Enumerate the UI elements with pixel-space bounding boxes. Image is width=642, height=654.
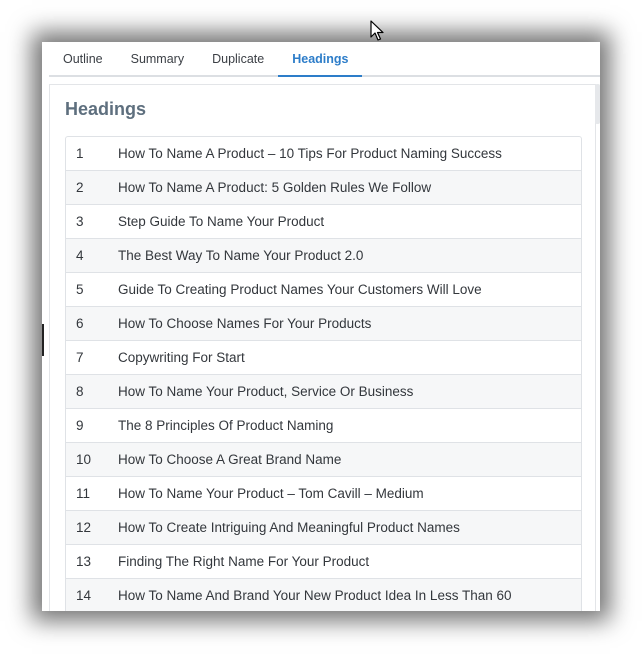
heading-row[interactable]: 9 The 8 Principles Of Product Naming [66,409,581,443]
heading-text: The 8 Principles Of Product Naming [118,418,334,433]
heading-row[interactable]: 3 Step Guide To Name Your Product [66,205,581,239]
heading-text: How To Create Intriguing And Meaningful … [118,520,460,535]
heading-number: 8 [76,384,84,399]
heading-row[interactable]: 6 How To Choose Names For Your Products [66,307,581,341]
heading-text: The Best Way To Name Your Product 2.0 [118,248,364,263]
heading-text: How To Choose Names For Your Products [118,316,372,331]
heading-row[interactable]: 10 How To Choose A Great Brand Name [66,443,581,477]
heading-text: Guide To Creating Product Names Your Cus… [118,282,482,297]
heading-row[interactable]: 14 How To Name And Brand Your New Product… [66,579,581,611]
heading-text: How To Name A Product – 10 Tips For Prod… [118,146,502,161]
heading-number: 1 [76,146,84,161]
heading-number: 13 [76,554,92,569]
heading-row[interactable]: 5 Guide To Creating Product Names Your Cu… [66,273,581,307]
heading-number: 2 [76,180,84,195]
heading-text: Finding The Right Name For Your Product [118,554,370,569]
resize-handle[interactable] [42,324,44,356]
heading-number: 9 [76,418,84,433]
screen: Outline Summary Duplicate Headings Headi… [0,0,642,654]
heading-row[interactable]: 11 How To Name Your Product – Tom Cavill … [66,477,581,511]
heading-row[interactable]: 7 Copywriting For Start [66,341,581,375]
tab-duplicate[interactable]: Duplicate [198,44,278,75]
heading-row[interactable]: 2 How To Name A Product: 5 Golden Rules W… [66,171,581,205]
heading-text: How To Name Your Product, Service Or Bus… [118,384,414,399]
tab-outline[interactable]: Outline [49,44,117,75]
heading-text: Step Guide To Name Your Product [118,214,325,229]
heading-number: 6 [76,316,84,331]
heading-number: 7 [76,350,84,365]
mouse-pointer-icon [370,20,384,41]
heading-number: 12 [76,520,92,535]
heading-number: 3 [76,214,84,229]
heading-text: How To Name A Product: 5 Golden Rules We… [118,180,432,195]
scrollbar-thumb[interactable] [595,84,600,124]
heading-text: How To Choose A Great Brand Name [118,452,342,467]
heading-number: 11 [76,486,91,501]
heading-text: How To Name Your Product – Tom Cavill – … [118,486,424,501]
heading-text: Copywriting For Start [118,350,245,365]
headings-window: Outline Summary Duplicate Headings Headi… [42,42,600,611]
headings-panel: Headings 1 How To Name A Product – 10 Tip… [49,84,596,611]
heading-text: How To Name And Brand Your New Product I… [118,588,512,603]
heading-row[interactable]: 8 How To Name Your Product, Service Or Bu… [66,375,581,409]
heading-row[interactable]: 13 Finding The Right Name For Your Produc… [66,545,581,579]
heading-number: 14 [76,588,92,603]
tab-summary[interactable]: Summary [117,44,198,75]
heading-row[interactable]: 1 How To Name A Product – 10 Tips For Pro… [66,137,581,171]
heading-number: 10 [76,452,92,467]
heading-row[interactable]: 12 How To Create Intriguing And Meaningfu… [66,511,581,545]
headings-table: 1 How To Name A Product – 10 Tips For Pro… [65,136,582,611]
heading-row[interactable]: 4 The Best Way To Name Your Product 2.0 [66,239,581,273]
heading-number: 5 [76,282,84,297]
tab-bar: Outline Summary Duplicate Headings [49,42,600,77]
heading-number: 4 [76,248,84,263]
panel-title: Headings [65,99,147,119]
tab-headings[interactable]: Headings [278,44,363,77]
